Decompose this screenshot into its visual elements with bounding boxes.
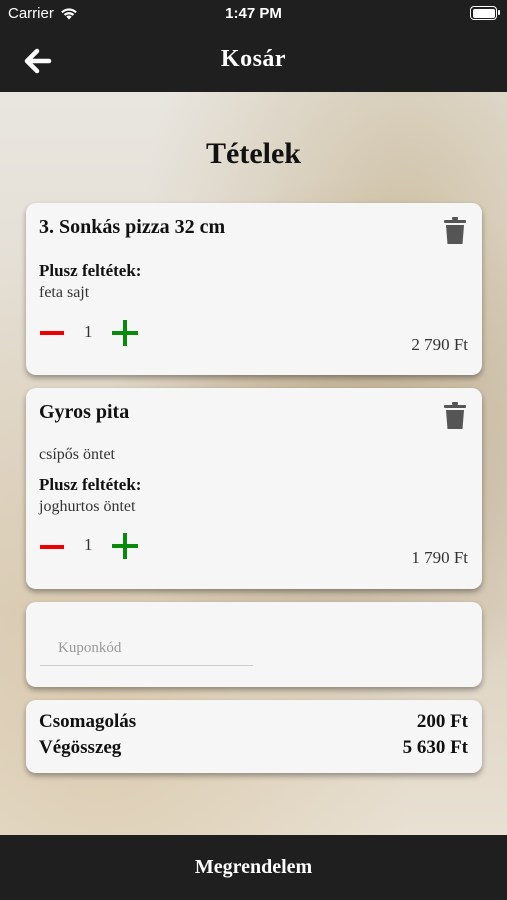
packaging-row: Csomagolás 200 Ft (39, 711, 468, 733)
status-bar: Carrier 1:47 PM (0, 0, 507, 30)
extras-label: Plusz feltétek: (39, 475, 142, 494)
cart-item-card: 3. Sonkás pizza 32 cm Plusz feltétek: fe… (26, 203, 482, 375)
nav-bar: Kosár (0, 30, 507, 92)
status-time: 1:47 PM (225, 5, 282, 22)
coupon-code-input[interactable] (40, 632, 253, 666)
total-row: Végösszeg 5 630 Ft (39, 737, 468, 759)
item-note: csípős öntet (39, 446, 115, 463)
cart-item-card: Gyros pita csípős öntet Plusz feltétek: … (26, 388, 482, 589)
item-price: 2 790 Ft (411, 335, 468, 354)
item-name: Gyros pita (39, 401, 130, 423)
section-title: Tételek (206, 137, 301, 170)
total-value: 5 630 Ft (402, 737, 468, 758)
trash-icon[interactable] (444, 217, 466, 244)
packaging-label: Csomagolás (39, 711, 137, 732)
cart-content: Tételek 3. Sonkás pizza 32 cm Plusz felt… (0, 92, 507, 835)
item-name: 3. Sonkás pizza 32 cm (39, 216, 226, 238)
extras-label: Plusz feltétek: (39, 261, 142, 280)
increase-quantity-button[interactable] (112, 320, 138, 346)
coupon-card (26, 602, 482, 687)
order-button[interactable]: Megrendelem (0, 835, 507, 900)
packaging-value: 200 Ft (416, 711, 468, 732)
extras-text: feta sajt (39, 284, 90, 301)
summary-card: Csomagolás 200 Ft Végösszeg 5 630 Ft (26, 700, 482, 773)
page-title: Kosár (220, 46, 287, 72)
total-label: Végösszeg (39, 737, 122, 758)
increase-quantity-button[interactable] (112, 533, 138, 559)
trash-icon[interactable] (444, 402, 466, 429)
decrease-quantity-button[interactable] (40, 331, 64, 335)
extras-text: joghurtos öntet (39, 498, 136, 515)
item-price: 1 790 Ft (411, 548, 468, 567)
quantity-value: 1 (84, 535, 93, 554)
decrease-quantity-button[interactable] (40, 545, 64, 549)
quantity-value: 1 (84, 322, 93, 341)
battery-icon (470, 6, 500, 20)
